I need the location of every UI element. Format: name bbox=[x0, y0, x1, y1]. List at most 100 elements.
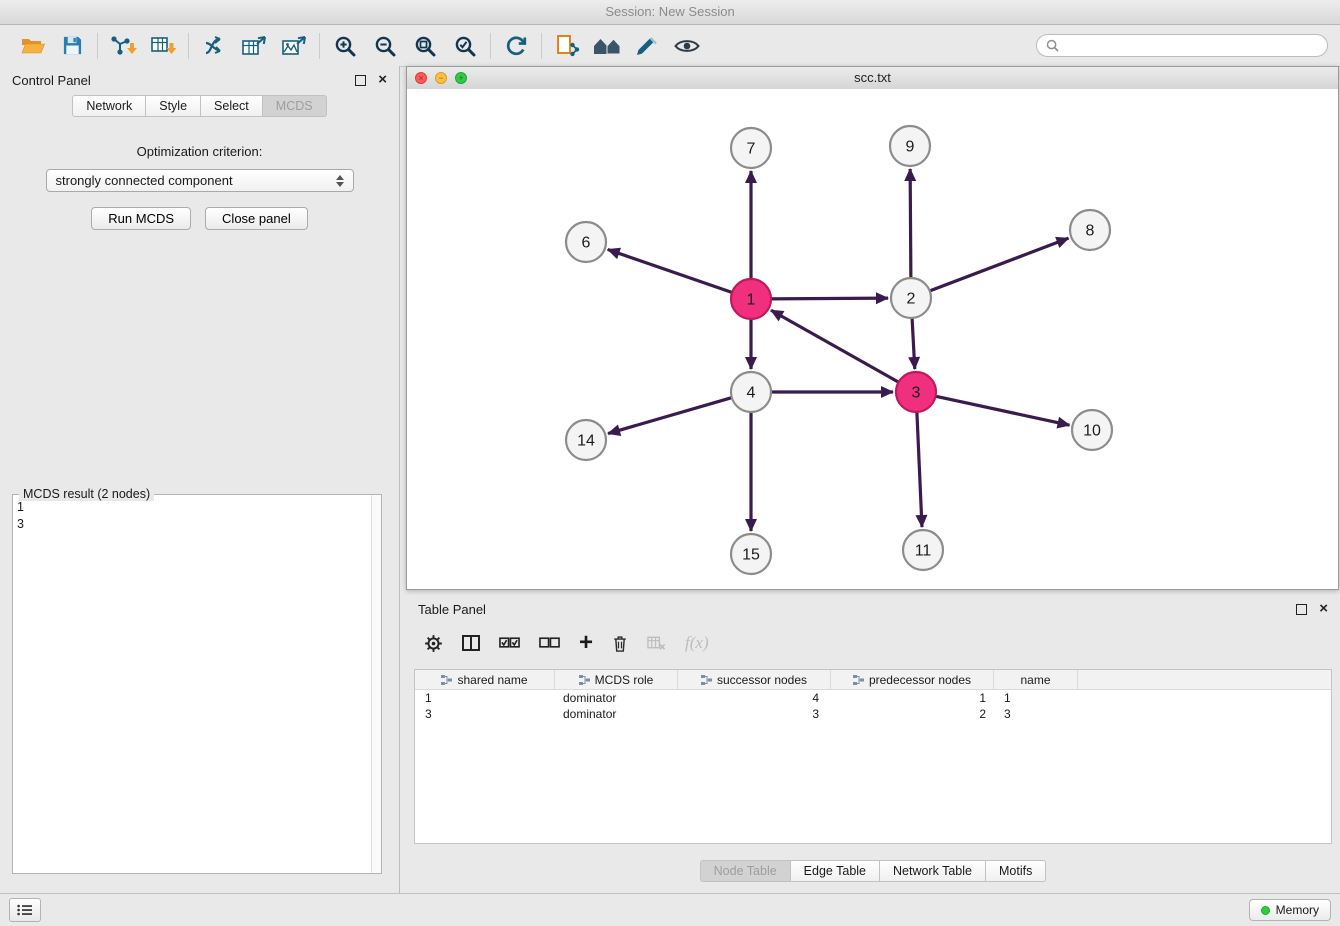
style-brush-button[interactable] bbox=[627, 29, 667, 63]
import-network-icon bbox=[110, 35, 137, 57]
result-scrollbar[interactable] bbox=[371, 495, 381, 873]
column-header-successor-nodes[interactable]: successor nodes bbox=[678, 670, 831, 689]
graph-edge-1-6[interactable] bbox=[608, 250, 734, 294]
toolbar-divider bbox=[319, 33, 320, 59]
graph-edge-4-14[interactable] bbox=[608, 397, 734, 434]
zoom-in-button[interactable] bbox=[325, 29, 365, 63]
column-label: name bbox=[1020, 673, 1050, 687]
close-panel-button[interactable]: Close panel bbox=[205, 207, 308, 230]
network-window-titlebar[interactable]: × − + scc.txt bbox=[407, 67, 1338, 90]
attribute-icon bbox=[579, 675, 590, 685]
cell-mcds-role[interactable]: dominator bbox=[555, 691, 678, 705]
graph-node-label: 2 bbox=[907, 291, 916, 308]
optimization-criterion-select[interactable]: strongly connected component bbox=[46, 169, 354, 192]
result-line: 1 bbox=[17, 500, 24, 514]
import-table-icon bbox=[150, 35, 177, 57]
import-table-button[interactable] bbox=[143, 29, 183, 63]
graph-node-label: 8 bbox=[1086, 223, 1095, 240]
status-bar: Memory bbox=[0, 893, 1340, 926]
graph-edge-3-1[interactable] bbox=[771, 310, 900, 383]
export-table-button[interactable] bbox=[234, 29, 274, 63]
graph-edge-2-8[interactable] bbox=[928, 238, 1069, 291]
task-history-button[interactable] bbox=[9, 898, 41, 922]
cell-mcds-role[interactable]: dominator bbox=[555, 707, 678, 721]
control-panel-tabs: Network Style Select MCDS bbox=[0, 95, 399, 117]
tab-node-table[interactable]: Node Table bbox=[700, 860, 791, 882]
paintbrush-icon bbox=[635, 35, 659, 57]
tab-network-table[interactable]: Network Table bbox=[880, 860, 986, 882]
add-column-button[interactable]: + bbox=[579, 633, 593, 653]
zoom-fit-button[interactable] bbox=[405, 29, 445, 63]
first-neighbors-button[interactable] bbox=[587, 29, 627, 63]
show-column-panel-button[interactable] bbox=[462, 635, 480, 651]
save-session-button[interactable] bbox=[52, 29, 92, 63]
unchecked-boxes-icon bbox=[539, 637, 560, 649]
delete-table-icon bbox=[647, 635, 666, 651]
column-header-mcds-role[interactable]: MCDS role bbox=[555, 670, 678, 689]
refresh-icon bbox=[504, 35, 528, 57]
close-table-panel-icon[interactable]: × bbox=[1319, 604, 1328, 614]
table-settings-button[interactable] bbox=[424, 634, 443, 653]
function-builder-button-disabled: f(x) bbox=[685, 633, 709, 653]
delete-table-button-disabled bbox=[647, 635, 666, 651]
deselect-all-button[interactable] bbox=[539, 637, 560, 649]
network-graph[interactable]: 7968124314101511 bbox=[407, 89, 1338, 589]
window-titlebar: Session: New Session bbox=[0, 0, 1340, 25]
cell-name[interactable]: 1 bbox=[994, 691, 1078, 705]
search-input[interactable] bbox=[1065, 38, 1318, 54]
tab-style[interactable]: Style bbox=[146, 95, 201, 117]
cell-successor-nodes[interactable]: 3 bbox=[678, 707, 831, 721]
tab-edge-table[interactable]: Edge Table bbox=[791, 860, 880, 882]
close-panel-icon[interactable]: × bbox=[378, 75, 387, 85]
export-image-button[interactable] bbox=[274, 29, 314, 63]
cell-predecessor-nodes[interactable]: 1 bbox=[831, 691, 994, 705]
column-header-shared-name[interactable]: shared name bbox=[415, 670, 555, 689]
control-panel: Control Panel × Network Style Select MCD… bbox=[0, 66, 400, 893]
table-panel-title: Table Panel bbox=[418, 602, 486, 617]
graph-edge-2-3[interactable] bbox=[912, 316, 915, 369]
zoom-selected-button[interactable] bbox=[445, 29, 485, 63]
zoom-out-button[interactable] bbox=[365, 29, 405, 63]
cell-name[interactable]: 3 bbox=[994, 707, 1078, 721]
graph-edge-2-9[interactable] bbox=[910, 169, 911, 280]
open-session-button[interactable] bbox=[12, 29, 52, 63]
search-field[interactable] bbox=[1036, 34, 1328, 57]
table-row[interactable]: 1 dominator 4 1 1 bbox=[415, 690, 1331, 706]
apply-layout-button[interactable] bbox=[496, 29, 536, 63]
column-header-predecessor-nodes[interactable]: predecessor nodes bbox=[831, 670, 994, 689]
cell-shared-name[interactable]: 1 bbox=[415, 691, 555, 705]
tab-motifs[interactable]: Motifs bbox=[986, 860, 1046, 882]
network-share-icon bbox=[202, 35, 227, 57]
home-double-icon bbox=[592, 36, 622, 56]
show-hide-button[interactable] bbox=[667, 29, 707, 63]
tab-network[interactable]: Network bbox=[72, 95, 146, 117]
document-share-icon bbox=[555, 34, 580, 57]
mcds-result-list[interactable]: 1 3 bbox=[17, 499, 369, 869]
graph-node-label: 9 bbox=[906, 139, 915, 156]
select-all-button[interactable] bbox=[499, 637, 520, 649]
tab-mcds[interactable]: MCDS bbox=[263, 95, 327, 117]
column-header-name[interactable]: name bbox=[994, 670, 1078, 689]
table-row[interactable]: 3 dominator 3 2 3 bbox=[415, 706, 1331, 722]
tab-select[interactable]: Select bbox=[201, 95, 263, 117]
node-table: shared name MCDS role successor nodes pr… bbox=[414, 669, 1332, 844]
search-icon bbox=[1046, 39, 1059, 52]
import-network-button[interactable] bbox=[103, 29, 143, 63]
delete-column-button[interactable] bbox=[612, 634, 628, 653]
network-canvas[interactable]: 7968124314101511 bbox=[407, 89, 1338, 589]
copy-network-button[interactable] bbox=[547, 29, 587, 63]
cell-predecessor-nodes[interactable]: 2 bbox=[831, 707, 994, 721]
run-mcds-button[interactable]: Run MCDS bbox=[91, 207, 191, 230]
cell-shared-name[interactable]: 3 bbox=[415, 707, 555, 721]
graph-edge-1-2[interactable] bbox=[769, 298, 888, 299]
float-table-panel-icon[interactable] bbox=[1296, 604, 1307, 615]
new-network-button[interactable] bbox=[194, 29, 234, 63]
memory-button[interactable]: Memory bbox=[1249, 899, 1331, 921]
cell-successor-nodes[interactable]: 4 bbox=[678, 691, 831, 705]
list-icon bbox=[17, 904, 33, 916]
save-icon bbox=[62, 35, 83, 56]
attribute-icon bbox=[441, 675, 452, 685]
graph-edge-3-10[interactable] bbox=[934, 396, 1070, 425]
float-panel-icon[interactable] bbox=[355, 75, 366, 86]
graph-edge-3-11[interactable] bbox=[917, 410, 922, 527]
